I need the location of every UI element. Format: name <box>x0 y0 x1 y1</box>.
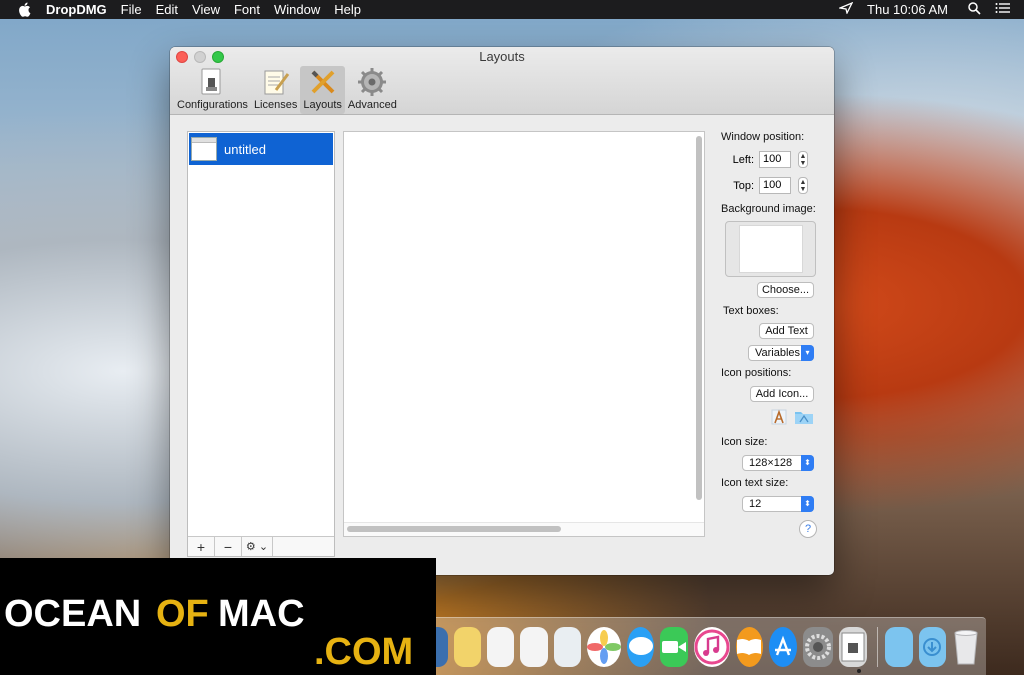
icon-positions-label: Icon positions: <box>721 367 792 379</box>
chevron-down-icon: ▾ <box>801 345 814 361</box>
top-position-stepper[interactable]: ▲ ▼ <box>798 177 808 194</box>
variables-popup[interactable]: Variables ▾ <box>748 345 814 361</box>
dock-trash-icon[interactable] <box>952 627 980 667</box>
background-image-well[interactable] <box>725 221 816 277</box>
layouts-window: Layouts Configurations Licenses Layouts <box>170 47 834 575</box>
add-layout-button[interactable]: + <box>188 537 215 556</box>
tab-licenses-label: Licenses <box>253 99 298 111</box>
background-image-label: Background image: <box>721 203 816 215</box>
choose-button[interactable]: Choose... <box>757 282 814 298</box>
menu-window[interactable]: Window <box>274 2 320 17</box>
icon-position-picker <box>770 408 814 429</box>
layout-list: untitled + − ⚙ ⌄ <box>187 131 335 557</box>
window-title: Layouts <box>479 49 525 64</box>
icon-text-size-label: Icon text size: <box>721 477 789 489</box>
apple-menu-icon[interactable] <box>18 2 32 17</box>
layout-thumbnail <box>191 137 217 161</box>
title-bar: Layouts Configurations Licenses Layouts <box>170 47 834 115</box>
license-icon <box>261 67 291 97</box>
menu-app-name[interactable]: DropDMG <box>46 2 107 17</box>
dock-downloads-folder-icon[interactable] <box>918 626 946 667</box>
variables-popup-label: Variables <box>755 347 801 359</box>
dock-notes-icon[interactable] <box>453 626 481 667</box>
tab-configurations[interactable]: Configurations <box>174 66 251 114</box>
add-text-button[interactable]: Add Text <box>759 323 814 339</box>
left-position-stepper[interactable]: ▲ ▼ <box>798 151 808 168</box>
dock-separator <box>876 626 878 667</box>
menu-font[interactable]: Font <box>234 2 260 17</box>
dock-calendar-icon[interactable] <box>486 626 515 667</box>
list-footer: + − ⚙ ⌄ <box>188 536 334 556</box>
preferences-toolbar: Configurations Licenses Layouts Advanced <box>174 66 400 114</box>
text-boxes-label: Text boxes: <box>723 305 779 317</box>
list-item[interactable]: untitled <box>189 133 333 165</box>
dock-messages-icon[interactable] <box>627 626 655 667</box>
watermark-of: OF <box>156 593 209 635</box>
application-icon[interactable] <box>770 408 788 429</box>
chevron-updown-icon: ⬍ <box>801 496 814 512</box>
menu-view[interactable]: View <box>192 2 220 17</box>
icon-text-size-value: 12 <box>749 498 762 510</box>
dock-facetime-icon[interactable] <box>660 626 688 667</box>
watermark-com: .COM <box>314 631 413 673</box>
dock-itunes-icon[interactable] <box>693 626 730 667</box>
left-position-field[interactable]: 100 <box>759 151 791 168</box>
layout-canvas[interactable] <box>343 131 705 537</box>
icon-text-size-popup[interactable]: 12 ⬍ <box>742 496 814 512</box>
horizontal-scrollbar[interactable] <box>347 526 561 532</box>
icon-size-label: Icon size: <box>721 436 768 448</box>
tab-advanced[interactable]: Advanced <box>345 66 400 114</box>
layouts-icon <box>308 67 338 97</box>
window-position-label: Window position: <box>721 131 805 143</box>
vertical-scrollbar[interactable] <box>696 136 702 500</box>
location-icon[interactable] <box>837 1 854 17</box>
dock-photos-icon[interactable] <box>587 626 621 667</box>
menu-edit[interactable]: Edit <box>156 2 178 17</box>
top-label: Top: <box>733 179 754 192</box>
running-indicator <box>857 668 862 673</box>
top-position-field[interactable]: 100 <box>759 177 791 194</box>
dock-maps-icon[interactable] <box>553 626 581 667</box>
tab-layouts[interactable]: Layouts <box>300 66 345 114</box>
tab-configurations-label: Configurations <box>177 99 248 111</box>
tab-layouts-label: Layouts <box>303 99 342 111</box>
tab-advanced-label: Advanced <box>347 99 397 111</box>
layout-settings-panel: Window position: Left: 100 ▲ ▼ Top: 100 ▲… <box>720 131 820 551</box>
document-icon <box>197 67 227 97</box>
watermark-logo: OCEAN OF MAC .COM <box>0 558 436 675</box>
icon-size-value: 128×128 <box>749 457 793 469</box>
top-position-row: Top: 100 ▲ ▼ <box>720 177 808 194</box>
menu-file[interactable]: File <box>121 2 142 17</box>
menu-bar: DropDMG File Edit View Font Window Help … <box>0 0 1024 19</box>
add-icon-button[interactable]: Add Icon... <box>750 386 814 402</box>
dock-ibooks-icon[interactable] <box>735 626 764 667</box>
list-item-label: untitled <box>224 141 266 157</box>
icon-size-popup[interactable]: 128×128 ⬍ <box>742 455 814 471</box>
menu-help[interactable]: Help <box>334 2 361 17</box>
dock-applications-folder-icon[interactable] <box>885 626 913 667</box>
menubar-clock[interactable]: Thu 10:06 AM <box>867 2 948 17</box>
spotlight-search-icon[interactable] <box>968 1 981 18</box>
remove-layout-button[interactable]: − <box>215 537 242 556</box>
applications-folder-icon[interactable] <box>794 409 814 428</box>
watermark-ocean: OCEAN <box>4 593 141 635</box>
chevron-updown-icon: ⬍ <box>801 455 814 471</box>
background-image-preview <box>739 226 802 272</box>
dock-app-store-icon[interactable] <box>769 626 798 667</box>
gear-icon <box>357 67 387 97</box>
dock-system-preferences-icon[interactable] <box>803 626 834 667</box>
left-label: Left: <box>732 153 754 166</box>
notification-center-icon[interactable] <box>995 2 1010 17</box>
left-position-row: Left: 100 ▲ ▼ <box>720 151 808 168</box>
dock-reminders-icon[interactable] <box>520 626 548 667</box>
tab-licenses[interactable]: Licenses <box>251 66 300 114</box>
watermark-mac: MAC <box>218 593 305 635</box>
help-button[interactable]: ? <box>799 520 817 538</box>
action-menu-button[interactable]: ⚙ ⌄ <box>242 537 273 556</box>
dock-dropdmg-icon[interactable] <box>839 626 867 673</box>
